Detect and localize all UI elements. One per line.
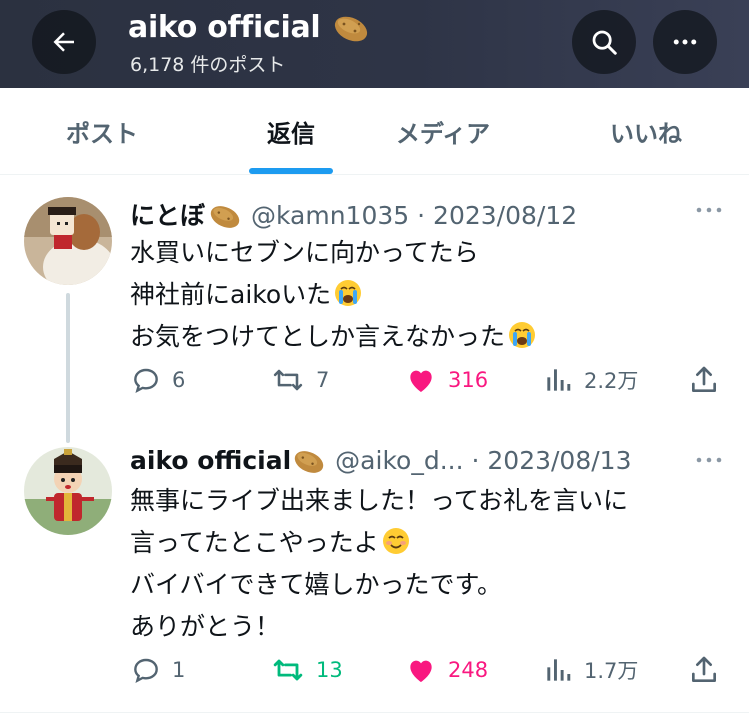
analytics-icon [547, 659, 571, 681]
reply-icon [134, 658, 158, 684]
avatar[interactable] [24, 447, 112, 535]
retweet-button[interactable]: 13 [270, 650, 343, 690]
tweet-header: aiko official @aiko_d... · 2023/08/13 [130, 446, 631, 477]
like-count: 248 [448, 658, 489, 682]
tweet-text-line: ありがとう！ [130, 612, 281, 641]
author-name[interactable]: aiko official [130, 446, 291, 475]
divider [0, 712, 749, 713]
tweet-text-line: 無事にライブ出来ました！ってお礼を言いに [130, 486, 629, 515]
tweet-date[interactable]: · 2023/08/13 [471, 446, 631, 475]
tweet-text-line: 言ってたとこやったよ [130, 528, 379, 557]
heart-filled-icon [410, 660, 432, 682]
reply-button[interactable]: 1 [130, 650, 185, 690]
view-count: 1.7万 [584, 659, 639, 683]
tweet-actions: 1 13 248 1.7万 [130, 650, 730, 690]
smiling-face-emoji-icon [382, 528, 409, 554]
share-button[interactable] [688, 650, 730, 690]
like-button[interactable]: 248 [404, 650, 488, 690]
tweet-text-line-with-emoji: 言ってたとこやったよ [130, 522, 628, 564]
tweet-text-line: バイバイできて嬉しかったです。 [130, 570, 503, 599]
retweet-count: 13 [316, 658, 343, 682]
reply-count: 1 [172, 658, 186, 682]
retweet-icon [273, 659, 303, 681]
views-button[interactable]: 1.7万 [542, 650, 638, 690]
more-horizontal-icon [696, 457, 722, 463]
share-icon [692, 656, 716, 682]
reply-tweet[interactable]: aiko official @aiko_d... · 2023/08/13 無事… [0, 0, 749, 714]
tweet-text: 無事にライブ出来ました！ってお礼を言いに 言ってたとこやったよ バイバイできて嬉… [130, 480, 628, 648]
potato-emoji-icon [294, 451, 324, 473]
tweet-more-button[interactable] [694, 448, 724, 478]
author-handle[interactable]: @aiko_d... [335, 446, 463, 475]
avatar-image [24, 447, 112, 535]
